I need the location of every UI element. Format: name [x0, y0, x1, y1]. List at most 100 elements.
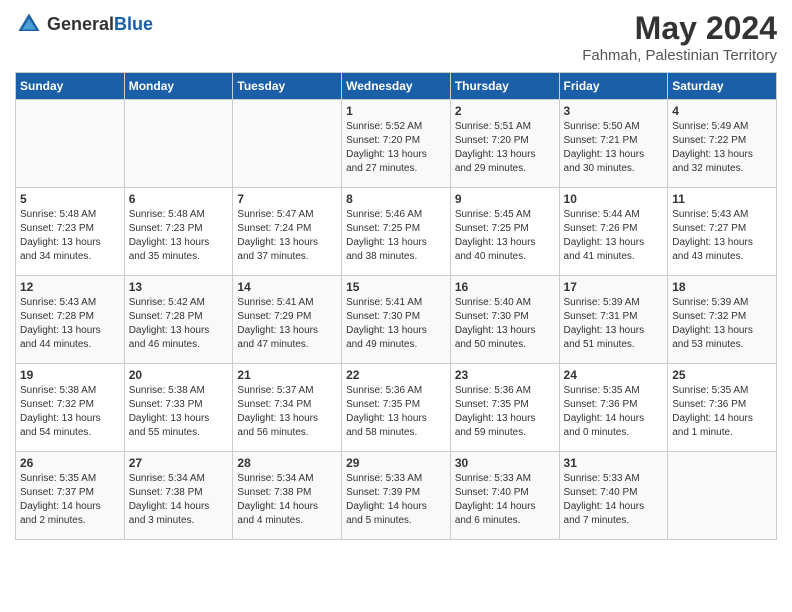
day-number: 2	[455, 104, 555, 118]
day-number: 18	[672, 280, 772, 294]
day-number: 20	[129, 368, 229, 382]
day-number: 28	[237, 456, 337, 470]
day-number: 14	[237, 280, 337, 294]
calendar-cell: 11 Sunrise: 5:43 AM Sunset: 7:27 PM Dayli…	[668, 188, 777, 276]
day-info: Sunrise: 5:36 AM Sunset: 7:35 PM Dayligh…	[455, 384, 555, 440]
calendar-cell	[233, 100, 342, 188]
day-info: Sunrise: 5:33 AM Sunset: 7:39 PM Dayligh…	[346, 472, 446, 528]
day-number: 6	[129, 192, 229, 206]
day-info: Sunrise: 5:49 AM Sunset: 7:22 PM Dayligh…	[672, 120, 772, 176]
calendar-cell: 29 Sunrise: 5:33 AM Sunset: 7:39 PM Dayli…	[342, 452, 451, 540]
day-info: Sunrise: 5:34 AM Sunset: 7:38 PM Dayligh…	[129, 472, 229, 528]
calendar-cell: 18 Sunrise: 5:39 AM Sunset: 7:32 PM Dayli…	[668, 276, 777, 364]
day-number: 17	[564, 280, 664, 294]
day-number: 15	[346, 280, 446, 294]
calendar-cell	[668, 452, 777, 540]
title-block: May 2024 Fahmah, Palestinian Territory	[582, 10, 777, 64]
day-info: Sunrise: 5:43 AM Sunset: 7:27 PM Dayligh…	[672, 208, 772, 264]
day-number: 26	[20, 456, 120, 470]
day-number: 25	[672, 368, 772, 382]
day-number: 30	[455, 456, 555, 470]
logo-icon	[15, 10, 43, 38]
day-of-week-header: Wednesday	[342, 73, 451, 100]
calendar-week-row: 19 Sunrise: 5:38 AM Sunset: 7:32 PM Dayli…	[16, 364, 777, 452]
calendar-header-row: SundayMondayTuesdayWednesdayThursdayFrid…	[16, 73, 777, 100]
calendar-cell: 13 Sunrise: 5:42 AM Sunset: 7:28 PM Dayli…	[124, 276, 233, 364]
calendar-cell: 15Sunrise: 5:41 AM Sunset: 7:30 PM Dayli…	[342, 276, 451, 364]
day-info: Sunrise: 5:35 AM Sunset: 7:36 PM Dayligh…	[672, 384, 772, 440]
day-number: 24	[564, 368, 664, 382]
day-number: 12	[20, 280, 120, 294]
calendar-cell: 24Sunrise: 5:35 AM Sunset: 7:36 PM Dayli…	[559, 364, 668, 452]
calendar-table: SundayMondayTuesdayWednesdayThursdayFrid…	[15, 72, 777, 540]
day-info: Sunrise: 5:38 AM Sunset: 7:33 PM Dayligh…	[129, 384, 229, 440]
calendar-week-row: 26 Sunrise: 5:35 AM Sunset: 7:37 PM Dayli…	[16, 452, 777, 540]
day-info: Sunrise: 5:52 AM Sunset: 7:20 PM Dayligh…	[346, 120, 446, 176]
day-info: Sunrise: 5:35 AM Sunset: 7:37 PM Dayligh…	[20, 472, 120, 528]
day-number: 7	[237, 192, 337, 206]
calendar-cell: 23 Sunrise: 5:36 AM Sunset: 7:35 PM Dayli…	[450, 364, 559, 452]
location-subtitle: Fahmah, Palestinian Territory	[582, 47, 777, 64]
day-number: 21	[237, 368, 337, 382]
day-info: Sunrise: 5:33 AM Sunset: 7:40 PM Dayligh…	[455, 472, 555, 528]
calendar-cell: 14 Sunrise: 5:41 AM Sunset: 7:29 PM Dayli…	[233, 276, 342, 364]
calendar-cell: 16Sunrise: 5:40 AM Sunset: 7:30 PM Dayli…	[450, 276, 559, 364]
day-number: 31	[564, 456, 664, 470]
calendar-cell	[16, 100, 125, 188]
calendar-cell: 30 Sunrise: 5:33 AM Sunset: 7:40 PM Dayli…	[450, 452, 559, 540]
day-of-week-header: Friday	[559, 73, 668, 100]
calendar-cell: 4 Sunrise: 5:49 AM Sunset: 7:22 PM Daylig…	[668, 100, 777, 188]
day-of-week-header: Sunday	[16, 73, 125, 100]
calendar-cell: 21 Sunrise: 5:37 AM Sunset: 7:34 PM Dayli…	[233, 364, 342, 452]
day-number: 13	[129, 280, 229, 294]
calendar-cell: 20 Sunrise: 5:38 AM Sunset: 7:33 PM Dayli…	[124, 364, 233, 452]
day-of-week-header: Monday	[124, 73, 233, 100]
day-number: 9	[455, 192, 555, 206]
calendar-cell: 6 Sunrise: 5:48 AM Sunset: 7:23 PM Daylig…	[124, 188, 233, 276]
day-info: Sunrise: 5:50 AM Sunset: 7:21 PM Dayligh…	[564, 120, 664, 176]
day-info: Sunrise: 5:39 AM Sunset: 7:32 PM Dayligh…	[672, 296, 772, 352]
day-info: Sunrise: 5:48 AM Sunset: 7:23 PM Dayligh…	[129, 208, 229, 264]
day-info: Sunrise: 5:46 AM Sunset: 7:25 PM Dayligh…	[346, 208, 446, 264]
day-number: 11	[672, 192, 772, 206]
day-info: Sunrise: 5:37 AM Sunset: 7:34 PM Dayligh…	[237, 384, 337, 440]
day-number: 5	[20, 192, 120, 206]
day-number: 22	[346, 368, 446, 382]
calendar-week-row: 1 Sunrise: 5:52 AM Sunset: 7:20 PM Daylig…	[16, 100, 777, 188]
logo-text-blue: Blue	[114, 14, 153, 34]
day-info: Sunrise: 5:33 AM Sunset: 7:40 PM Dayligh…	[564, 472, 664, 528]
day-info: Sunrise: 5:42 AM Sunset: 7:28 PM Dayligh…	[129, 296, 229, 352]
day-number: 27	[129, 456, 229, 470]
day-number: 10	[564, 192, 664, 206]
calendar-cell: 26 Sunrise: 5:35 AM Sunset: 7:37 PM Dayli…	[16, 452, 125, 540]
day-number: 8	[346, 192, 446, 206]
day-info: Sunrise: 5:47 AM Sunset: 7:24 PM Dayligh…	[237, 208, 337, 264]
day-number: 4	[672, 104, 772, 118]
month-year-title: May 2024	[582, 10, 777, 47]
calendar-cell	[124, 100, 233, 188]
day-number: 23	[455, 368, 555, 382]
day-number: 16	[455, 280, 555, 294]
calendar-cell: 8 Sunrise: 5:46 AM Sunset: 7:25 PM Daylig…	[342, 188, 451, 276]
day-info: Sunrise: 5:34 AM Sunset: 7:38 PM Dayligh…	[237, 472, 337, 528]
calendar-cell: 22 Sunrise: 5:36 AM Sunset: 7:35 PM Dayli…	[342, 364, 451, 452]
calendar-cell: 9Sunrise: 5:45 AM Sunset: 7:25 PM Daylig…	[450, 188, 559, 276]
calendar-cell: 2 Sunrise: 5:51 AM Sunset: 7:20 PM Daylig…	[450, 100, 559, 188]
calendar-cell: 3Sunrise: 5:50 AM Sunset: 7:21 PM Daylig…	[559, 100, 668, 188]
calendar-week-row: 12Sunrise: 5:43 AM Sunset: 7:28 PM Dayli…	[16, 276, 777, 364]
day-info: Sunrise: 5:39 AM Sunset: 7:31 PM Dayligh…	[564, 296, 664, 352]
day-info: Sunrise: 5:38 AM Sunset: 7:32 PM Dayligh…	[20, 384, 120, 440]
calendar-cell: 31 Sunrise: 5:33 AM Sunset: 7:40 PM Dayli…	[559, 452, 668, 540]
calendar-cell: 1 Sunrise: 5:52 AM Sunset: 7:20 PM Daylig…	[342, 100, 451, 188]
day-of-week-header: Tuesday	[233, 73, 342, 100]
day-number: 19	[20, 368, 120, 382]
day-info: Sunrise: 5:36 AM Sunset: 7:35 PM Dayligh…	[346, 384, 446, 440]
calendar-cell: 17 Sunrise: 5:39 AM Sunset: 7:31 PM Dayli…	[559, 276, 668, 364]
day-info: Sunrise: 5:48 AM Sunset: 7:23 PM Dayligh…	[20, 208, 120, 264]
day-number: 29	[346, 456, 446, 470]
day-number: 1	[346, 104, 446, 118]
calendar-cell: 27 Sunrise: 5:34 AM Sunset: 7:38 PM Dayli…	[124, 452, 233, 540]
calendar-week-row: 5 Sunrise: 5:48 AM Sunset: 7:23 PM Daylig…	[16, 188, 777, 276]
day-info: Sunrise: 5:51 AM Sunset: 7:20 PM Dayligh…	[455, 120, 555, 176]
day-info: Sunrise: 5:41 AM Sunset: 7:29 PM Dayligh…	[237, 296, 337, 352]
